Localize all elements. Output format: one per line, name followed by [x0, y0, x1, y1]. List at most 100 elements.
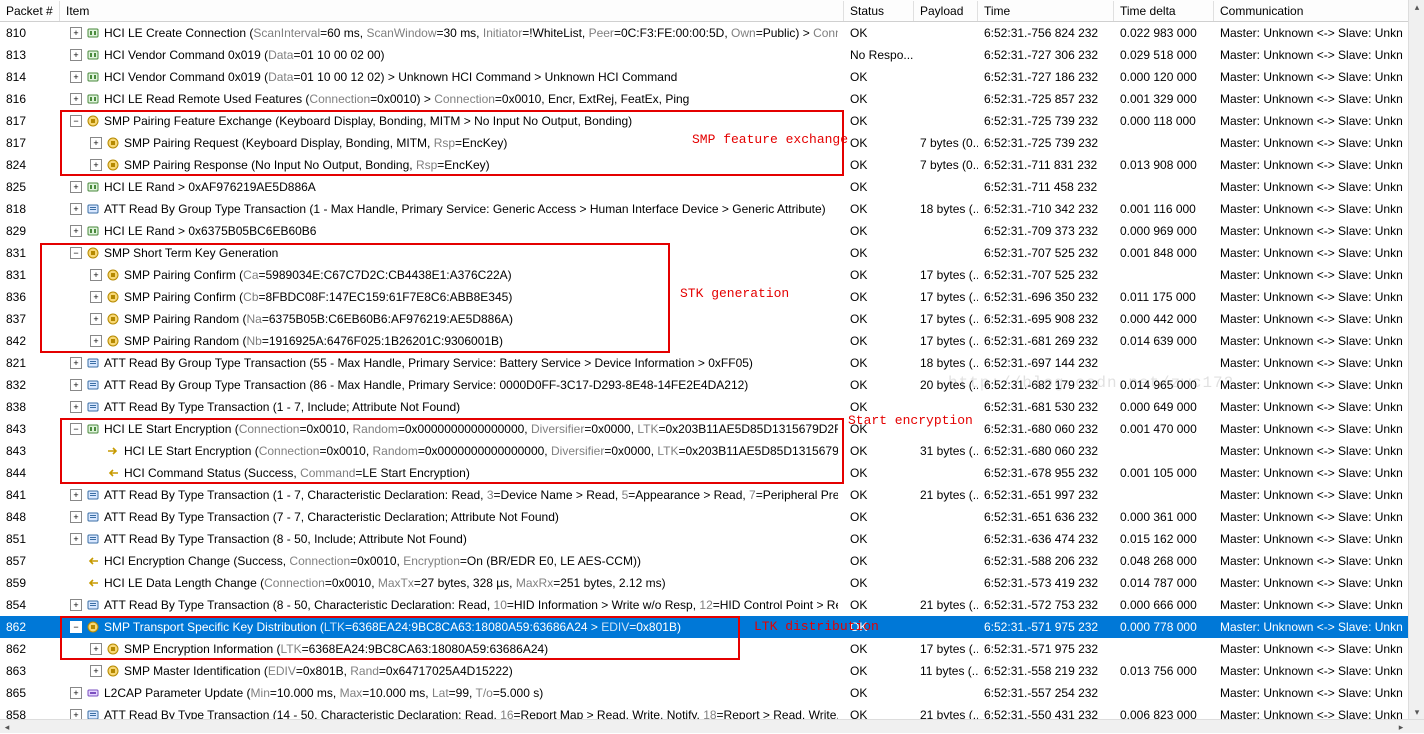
table-row[interactable]: 843HCI LE Start Encryption (Connection=0… — [0, 440, 1424, 462]
table-row[interactable]: 838+ATT Read By Type Transaction (1 - 7,… — [0, 396, 1424, 418]
table-row[interactable]: 848+ATT Read By Type Transaction (7 - 7,… — [0, 506, 1424, 528]
expand-icon[interactable]: + — [70, 533, 82, 545]
expand-icon[interactable]: + — [70, 181, 82, 193]
table-row[interactable]: 851+ATT Read By Type Transaction (8 - 50… — [0, 528, 1424, 550]
cell-payload — [914, 536, 978, 542]
col-header-time[interactable]: Time — [978, 1, 1114, 21]
collapse-icon[interactable]: − — [70, 247, 82, 259]
table-row[interactable]: 865+L2CAP Parameter Update (Min=10.000 m… — [0, 682, 1424, 704]
collapse-icon[interactable]: − — [70, 115, 82, 127]
item-text: SMP Pairing Request (Keyboard Display, B… — [124, 136, 507, 150]
expand-icon[interactable]: + — [70, 599, 82, 611]
table-row[interactable]: 844HCI Command Status (Success, Command=… — [0, 462, 1424, 484]
col-header-packet[interactable]: Packet # — [0, 1, 60, 21]
cell-comm: Master: Unknown <-> Slave: Unkn — [1214, 45, 1424, 65]
table-row[interactable]: 858+ATT Read By Type Transaction (14 - 5… — [0, 704, 1424, 719]
col-header-delta[interactable]: Time delta — [1114, 1, 1214, 21]
arrow-left-icon — [86, 576, 100, 590]
item-text: HCI LE Data Length Change (Connection=0x… — [104, 576, 666, 590]
table-row[interactable]: 824+SMP Pairing Response (No Input No Ou… — [0, 154, 1424, 176]
expand-icon[interactable]: + — [90, 137, 102, 149]
smp-icon — [106, 312, 120, 326]
col-header-payload[interactable]: Payload — [914, 1, 978, 21]
table-row[interactable]: 832+ATT Read By Group Type Transaction (… — [0, 374, 1424, 396]
expand-icon[interactable]: + — [70, 225, 82, 237]
table-row[interactable]: 829+HCI LE Rand > 0x6375B05BC6EB60B6OK6:… — [0, 220, 1424, 242]
table-row[interactable]: 821+ATT Read By Group Type Transaction (… — [0, 352, 1424, 374]
cell-status: OK — [844, 221, 914, 241]
expand-icon[interactable]: + — [70, 27, 82, 39]
cell-time: 6:52:31.-707 525 232 — [978, 265, 1114, 285]
expand-icon[interactable]: + — [90, 159, 102, 171]
table-row[interactable]: 859HCI LE Data Length Change (Connection… — [0, 572, 1424, 594]
table-row[interactable]: 862+SMP Encryption Information (LTK=6368… — [0, 638, 1424, 660]
cell-time: 6:52:31.-681 269 232 — [978, 331, 1114, 351]
table-row[interactable]: 843−HCI LE Start Encryption (Connection=… — [0, 418, 1424, 440]
item-text: HCI LE Rand > 0x6375B05BC6EB60B6 — [104, 224, 316, 238]
col-header-comm[interactable]: Communication — [1214, 1, 1424, 21]
scroll-down-icon[interactable]: ▾ — [1409, 705, 1424, 719]
cell-status: OK — [844, 23, 914, 43]
scroll-up-icon[interactable]: ▴ — [1409, 0, 1424, 14]
table-row[interactable]: 857HCI Encryption Change (Success, Conne… — [0, 550, 1424, 572]
cell-comm: Master: Unknown <-> Slave: Unkn — [1214, 243, 1424, 263]
expand-icon[interactable]: + — [90, 665, 102, 677]
table-row[interactable]: 814+HCI Vendor Command 0x019 (Data=01 10… — [0, 66, 1424, 88]
expand-icon[interactable]: + — [70, 511, 82, 523]
expand-icon[interactable]: + — [90, 335, 102, 347]
cell-delta: 0.000 969 000 — [1114, 221, 1214, 241]
expand-icon[interactable]: + — [70, 709, 82, 719]
table-row[interactable]: 810+HCI LE Create Connection (ScanInterv… — [0, 22, 1424, 44]
table-row[interactable]: 837+SMP Pairing Random (Na=6375B05B:C6EB… — [0, 308, 1424, 330]
cell-comm: Master: Unknown <-> Slave: Unkn — [1214, 507, 1424, 527]
table-row[interactable]: 836+SMP Pairing Confirm (Cb=8FBDC08F:147… — [0, 286, 1424, 308]
cell-item: + ATT Read By Type Transaction (7 - 7, Ch… — [60, 507, 844, 527]
col-header-item[interactable]: Item — [60, 1, 844, 21]
table-row[interactable]: 854+ATT Read By Type Transaction (8 - 50… — [0, 594, 1424, 616]
table-row[interactable]: 817+SMP Pairing Request (Keyboard Displa… — [0, 132, 1424, 154]
expand-icon[interactable]: + — [70, 489, 82, 501]
cell-time: 6:52:31.-727 306 232 — [978, 45, 1114, 65]
item-text: HCI LE Start Encryption (Connection=0x00… — [104, 422, 838, 436]
cell-payload — [914, 96, 978, 102]
vertical-scrollbar[interactable]: ▴ ▾ — [1408, 0, 1424, 719]
hci-icon — [86, 48, 100, 62]
collapse-icon[interactable]: − — [70, 423, 82, 435]
expand-icon[interactable]: + — [70, 49, 82, 61]
expand-icon[interactable]: + — [70, 203, 82, 215]
cell-item: HCI LE Start Encryption (Connection=0x00… — [60, 441, 844, 461]
table-row[interactable]: 813+HCI Vendor Command 0x019 (Data=01 10… — [0, 44, 1424, 66]
scroll-right-icon[interactable]: ▸ — [1394, 720, 1408, 734]
table-row[interactable]: 863+SMP Master Identification (EDIV=0x80… — [0, 660, 1424, 682]
table-row[interactable]: 818+ATT Read By Group Type Transaction (… — [0, 198, 1424, 220]
expand-icon[interactable]: + — [70, 379, 82, 391]
expand-icon[interactable]: + — [90, 643, 102, 655]
cell-time: 6:52:31.-678 955 232 — [978, 463, 1114, 483]
col-header-status[interactable]: Status — [844, 1, 914, 21]
table-row[interactable]: 816+HCI LE Read Remote Used Features (Co… — [0, 88, 1424, 110]
cell-delta: 0.000 666 000 — [1114, 595, 1214, 615]
expand-icon[interactable]: + — [90, 291, 102, 303]
table-row[interactable]: 817−SMP Pairing Feature Exchange (Keyboa… — [0, 110, 1424, 132]
expand-icon[interactable]: + — [90, 313, 102, 325]
table-row[interactable]: 831+SMP Pairing Confirm (Ca=5989034E:C67… — [0, 264, 1424, 286]
hci-icon — [86, 92, 100, 106]
table-row[interactable]: 842+SMP Pairing Random (Nb=1916925A:6476… — [0, 330, 1424, 352]
expand-icon[interactable]: + — [90, 269, 102, 281]
collapse-icon[interactable]: − — [70, 621, 82, 633]
cell-status: OK — [844, 661, 914, 681]
scroll-left-icon[interactable]: ◂ — [0, 720, 14, 734]
table-row[interactable]: 862−SMP Transport Specific Key Distribut… — [0, 616, 1424, 638]
expand-icon[interactable]: + — [70, 687, 82, 699]
expand-icon[interactable]: + — [70, 93, 82, 105]
table-row[interactable]: 825+HCI LE Rand > 0xAF976219AE5D886AOK6:… — [0, 176, 1424, 198]
expand-icon[interactable]: + — [70, 357, 82, 369]
expand-icon[interactable]: + — [70, 71, 82, 83]
expand-icon[interactable]: + — [70, 401, 82, 413]
horizontal-scrollbar[interactable]: ◂ ▸ — [0, 719, 1424, 733]
table-row[interactable]: 841+ATT Read By Type Transaction (1 - 7,… — [0, 484, 1424, 506]
item-text: ATT Read By Type Transaction (7 - 7, Cha… — [104, 510, 559, 524]
cell-delta: 0.022 983 000 — [1114, 23, 1214, 43]
table-row[interactable]: 831−SMP Short Term Key GenerationOK6:52:… — [0, 242, 1424, 264]
cell-comm: Master: Unknown <-> Slave: Unkn — [1214, 287, 1424, 307]
